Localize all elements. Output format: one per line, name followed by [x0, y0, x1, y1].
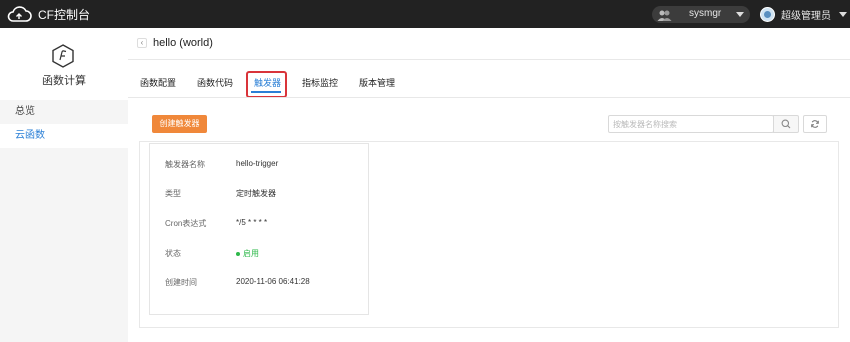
trigger-field-row: 创建时间 2020-11-06 06:41:28	[150, 277, 370, 291]
chevron-down-icon	[839, 11, 847, 17]
sidebar-title: 函数计算	[42, 75, 86, 87]
trigger-type-value: 定时触发器	[236, 189, 276, 198]
app-title: CF控制台	[38, 7, 90, 22]
sidebar-item-functions[interactable]: 云函数	[0, 124, 128, 148]
status-badge: 启用	[236, 248, 259, 259]
chevron-down-icon	[736, 12, 744, 17]
tab-function-config[interactable]: 函数配置	[140, 76, 176, 89]
status-dot-icon	[236, 251, 240, 256]
top-navbar: CF控制台 sysmgr 超级管理员	[0, 0, 850, 28]
refresh-button[interactable]	[803, 115, 827, 133]
sidebar: 函数计算 总览 云函数	[0, 28, 128, 342]
sidebar-item-overview[interactable]: 总览	[0, 100, 128, 124]
trigger-field-row: 类型 定时触发器	[150, 188, 370, 202]
users-icon	[657, 10, 672, 21]
console-logo[interactable]: CF控制台	[6, 4, 90, 24]
avatar	[760, 6, 775, 22]
search-input[interactable]	[613, 117, 733, 131]
divider	[128, 97, 850, 98]
tab-metrics[interactable]: 指标监控	[302, 76, 338, 89]
search-button[interactable]	[773, 115, 799, 133]
trigger-field-row: Cron表达式 */5 * * * *	[150, 218, 370, 232]
cron-expression-value: */5 * * * *	[236, 218, 268, 227]
field-label: 类型	[165, 189, 181, 198]
cloud-icon	[7, 6, 32, 22]
create-trigger-button[interactable]: 创建触发器	[152, 115, 207, 133]
admin-menu[interactable]: 超级管理员	[760, 5, 847, 23]
main-content: ‹ hello (world) 函数配置 函数代码 触发器 指标监控 版本管理 …	[128, 28, 850, 342]
page-title: hello (world)	[153, 37, 213, 49]
created-time-value: 2020-11-06 06:41:28	[236, 277, 310, 286]
field-label: 状态	[165, 249, 181, 258]
trigger-field-row: 状态 启用	[150, 248, 370, 262]
back-icon[interactable]: ‹	[137, 38, 147, 48]
function-logo-icon	[52, 44, 74, 68]
tab-function-code[interactable]: 函数代码	[197, 76, 233, 89]
admin-name: 超级管理员	[781, 10, 831, 22]
search-field	[608, 115, 774, 133]
divider	[128, 59, 850, 60]
trigger-name-value: hello-trigger	[236, 159, 279, 168]
search-icon	[781, 119, 791, 129]
status-text: 启用	[243, 249, 259, 258]
field-label: 创建时间	[165, 278, 197, 287]
field-label: Cron表达式	[165, 219, 207, 228]
user-select-dropdown[interactable]: sysmgr	[652, 6, 750, 23]
tab-versions[interactable]: 版本管理	[359, 76, 395, 89]
sidebar-background	[0, 148, 128, 342]
user-select-value: sysmgr	[689, 8, 722, 19]
trigger-card: 触发器名称 hello-trigger 类型 定时触发器 Cron表达式 */5…	[149, 143, 369, 315]
tab-highlight-box	[246, 71, 287, 98]
refresh-icon	[811, 120, 819, 128]
field-label: 触发器名称	[165, 160, 205, 169]
trigger-field-row: 触发器名称 hello-trigger	[150, 159, 370, 173]
